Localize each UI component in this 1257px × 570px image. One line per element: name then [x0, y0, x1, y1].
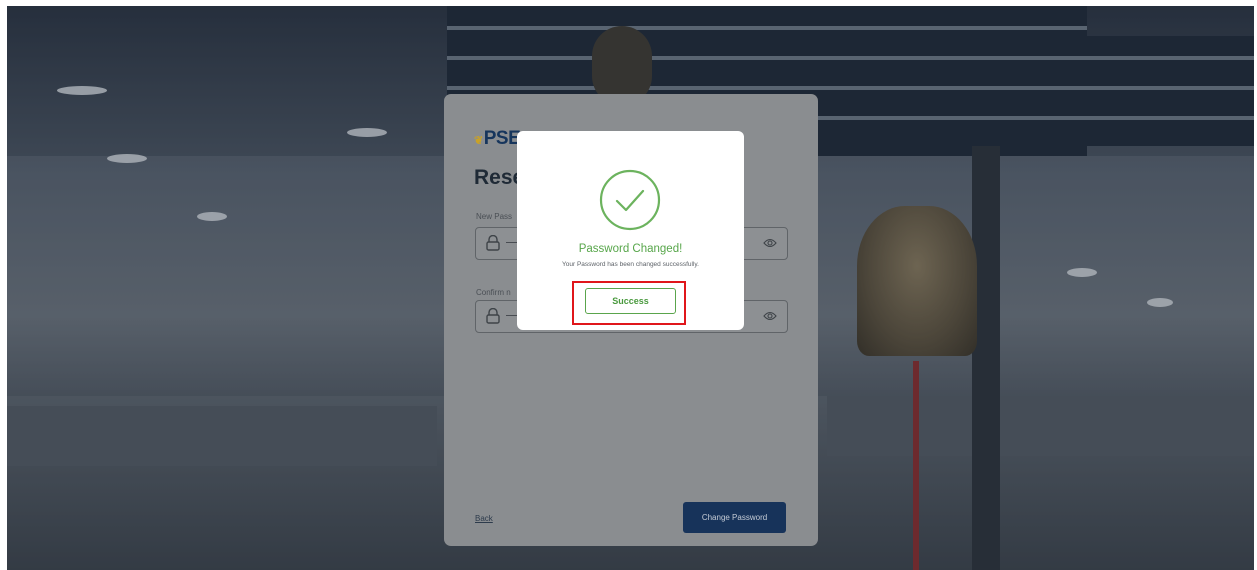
- lock-icon: [486, 235, 500, 251]
- eye-icon[interactable]: [763, 237, 777, 249]
- modal-message: Your Password has been changed successfu…: [562, 261, 699, 268]
- pse-logo: ❦PSE: [474, 128, 521, 149]
- change-password-button[interactable]: Change Password: [683, 502, 786, 533]
- new-password-label: New Pass: [476, 212, 513, 221]
- confirm-password-label: Confirm n: [476, 288, 511, 297]
- check-circle-icon: [599, 169, 661, 231]
- lock-icon: [486, 308, 500, 324]
- modal-title: Password Changed!: [578, 243, 683, 255]
- eye-icon[interactable]: [763, 310, 777, 322]
- logo-mark-icon: ❦: [474, 135, 483, 147]
- highlight-box: [572, 281, 686, 325]
- back-link[interactable]: Back: [475, 514, 493, 523]
